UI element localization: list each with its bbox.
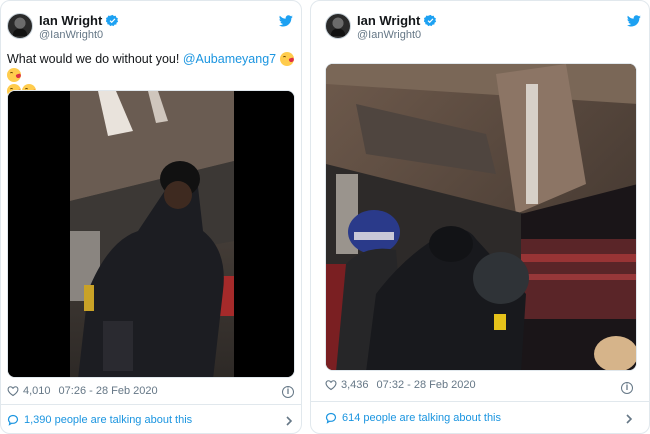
tweet-timestamp[interactable]: 07:32 - 28 Feb 2020	[377, 379, 476, 391]
tweet-meta: 4,010 07:26 - 28 Feb 2020	[7, 385, 158, 397]
photo-frame	[326, 64, 636, 370]
kissing-face-emoji-icon	[279, 52, 294, 66]
tweet-header: Ian Wright @IanWright0	[325, 11, 641, 51]
twitter-bird-icon[interactable]	[279, 15, 293, 27]
comment-bubble-icon	[7, 414, 19, 426]
talking-count: 1,390 people are talking about this	[24, 414, 193, 426]
tweet-photo[interactable]	[325, 63, 637, 371]
author-name[interactable]: Ian Wright	[357, 13, 420, 28]
video-frame	[8, 91, 294, 377]
avatar[interactable]	[7, 13, 33, 39]
talking-count: 614 people are talking about this	[342, 412, 502, 424]
like-count: 4,010	[23, 385, 51, 397]
tweet-card-left[interactable]: Ian Wright @IanWright0 What would we do …	[0, 0, 302, 434]
author-handle[interactable]: @IanWright0	[39, 29, 103, 41]
tweet-timestamp[interactable]: 07:26 - 28 Feb 2020	[59, 385, 158, 397]
author-handle[interactable]: @IanWright0	[357, 29, 421, 41]
info-icon[interactable]: i	[621, 382, 633, 394]
chevron-right-icon[interactable]	[285, 416, 293, 426]
tweet-card-right[interactable]: Ian Wright @IanWright0 3,436 07:32 - 28 …	[310, 0, 650, 434]
tweet-meta: 3,436 07:32 - 28 Feb 2020	[325, 379, 476, 391]
mention-link[interactable]: @Aubameyang7	[183, 52, 276, 66]
verified-badge-icon	[424, 14, 437, 27]
info-icon[interactable]: i	[282, 386, 294, 398]
divider	[1, 404, 301, 405]
heart-icon[interactable]	[325, 379, 337, 391]
conversation-link[interactable]: 1,390 people are talking about this	[7, 414, 192, 426]
verified-badge-icon	[106, 14, 119, 27]
tweet-text-body: What would we do without you!	[7, 52, 180, 66]
like-action[interactable]: 4,010	[7, 385, 51, 397]
comment-bubble-icon	[325, 412, 337, 424]
kissing-face-emoji-icon	[7, 68, 21, 82]
tweet-header: Ian Wright @IanWright0	[7, 11, 293, 51]
chevron-right-icon[interactable]	[625, 414, 633, 424]
like-count: 3,436	[341, 379, 369, 391]
conversation-link[interactable]: 614 people are talking about this	[325, 412, 501, 424]
divider	[311, 401, 649, 402]
like-action[interactable]: 3,436	[325, 379, 369, 391]
tweet-video[interactable]	[7, 90, 295, 378]
twitter-bird-icon[interactable]	[627, 15, 641, 27]
heart-icon[interactable]	[7, 385, 19, 397]
author-name[interactable]: Ian Wright	[39, 13, 102, 28]
avatar[interactable]	[325, 13, 351, 39]
